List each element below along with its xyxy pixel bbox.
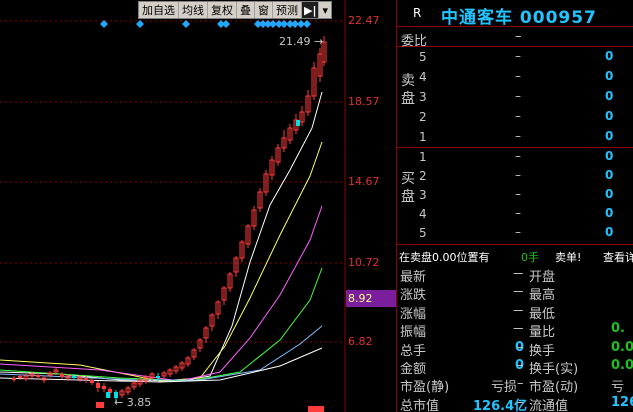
candle-body (156, 376, 160, 378)
stat-label: 涨幅 (400, 306, 427, 322)
buy-book: 买盘 1–0 2–0 3–0 4–0 5–0 (397, 148, 633, 245)
candle-body (60, 374, 64, 377)
event-marker-icon (222, 20, 230, 28)
stat-label: 涨跌 (400, 288, 427, 304)
stat-label: 开盘 (529, 270, 556, 285)
order-notice-sell: 卖单! (555, 251, 582, 264)
jump-end-icon[interactable]: ▶| (302, 2, 320, 18)
stat-label: 最高 (529, 288, 556, 304)
event-marker-icon (303, 20, 311, 28)
candle-body (102, 386, 106, 389)
stat-label: 总手 (400, 343, 427, 359)
stat-value: 0. (611, 321, 625, 337)
candle-body (36, 375, 40, 377)
stat-label: 量比 (529, 325, 556, 341)
price-axis-label: 18.57 (348, 95, 380, 108)
candle-body (12, 378, 16, 380)
view-detail-link[interactable]: 查看详 (603, 249, 633, 265)
stat-sep: – (517, 321, 524, 337)
webi-row: 委比 – (397, 28, 633, 49)
buy-level-row[interactable]: 3–0 (419, 186, 633, 206)
moving-average-line (0, 91, 323, 382)
stat-label: 流通值 (529, 398, 569, 412)
stat-value: 亏 (611, 380, 625, 396)
stat-value: 亏损 (491, 380, 518, 396)
quote-panel: R 中通客车 000957 委比 – 卖盘 5–0 4–0 3–0 2–0 1–… (397, 0, 633, 412)
sell-level-row[interactable]: 1–0 (419, 128, 633, 148)
sell-level-row[interactable]: 4–0 (419, 68, 633, 88)
stat-sep: – (517, 302, 524, 318)
buy-side-label: 买盘 (401, 171, 415, 205)
stat-label: 金额 (400, 362, 427, 377)
high-marker: 21.49 → (279, 35, 324, 48)
price-axis-label: 14.67 (348, 175, 380, 188)
stat-label: 总市值 (400, 398, 440, 412)
stat-sep: – (517, 394, 524, 410)
buy-level-row[interactable]: 1–0 (419, 148, 633, 168)
price-axis-label: 10.72 (348, 256, 380, 269)
webi-value: – (515, 29, 522, 44)
stock-title[interactable]: 中通客车 000957 (441, 3, 597, 28)
forecast-button[interactable]: 预测 (273, 2, 302, 18)
sell-level-row[interactable]: 2–0 (419, 108, 633, 128)
moving-average-line (0, 205, 323, 382)
moving-average-line (0, 267, 323, 382)
add-favorite-button[interactable]: 加自选 (139, 2, 179, 18)
event-marker-icon (136, 20, 144, 28)
chevron-down-icon[interactable]: ▾ (319, 2, 331, 18)
cyan-candle-mark (296, 120, 300, 126)
chart-toolbar: 加自选 均线 复权 叠 窗 预测 ▶| ▾ (138, 1, 333, 19)
order-notice-qty: 0手 (521, 251, 539, 264)
stat-sep: – (517, 266, 524, 281)
sell-side-label: 卖盘 (401, 73, 415, 107)
kline-chart[interactable]: 加自选 均线 复权 叠 窗 预测 ▶| ▾ 22.47 18.57 14.67 … (0, 0, 397, 412)
stat-sep: – (517, 339, 524, 355)
r-mark: R (413, 6, 422, 20)
stat-sep: – (517, 358, 524, 373)
candle-body (18, 376, 22, 378)
overlay-button[interactable]: 叠 (237, 2, 255, 18)
stat-label: 最低 (529, 306, 556, 322)
stat-label: 市盈(静) (400, 380, 450, 396)
moving-average-line (0, 325, 323, 381)
low-marker: ← 3.85 (114, 396, 152, 409)
price-axis-label: 6.82 (348, 335, 373, 348)
low-candle-mark (106, 392, 110, 398)
webi-label: 委比 (401, 34, 428, 49)
candle-body (84, 378, 88, 380)
sell-book: 卖盘 5–0 4–0 3–0 2–0 1–0 (397, 48, 633, 148)
kline-canvas[interactable] (0, 0, 397, 412)
stat-sep: – (517, 376, 524, 392)
moving-average-line (0, 347, 323, 383)
date-marker (96, 402, 104, 408)
stat-value: 126.4 (611, 394, 633, 410)
stat-label: 最新 (400, 270, 427, 285)
candle-body (96, 383, 100, 388)
candle-body (90, 380, 94, 383)
window-button[interactable]: 窗 (255, 2, 273, 18)
buy-level-row[interactable]: 4–0 (419, 205, 633, 225)
current-price-badge: 8.92 (346, 290, 397, 307)
sell-level-row[interactable]: 5–0 (419, 48, 633, 68)
stat-value: 0.0 (611, 339, 633, 355)
order-notice-text: 在卖盘0.00位置有 (399, 251, 490, 264)
stat-label: 振幅 (400, 325, 427, 341)
candle-body (72, 376, 76, 378)
buy-level-row[interactable]: 5–0 (419, 224, 633, 244)
price-axis-label: 22.47 (348, 14, 380, 27)
stat-label: 换手 (529, 343, 556, 359)
stat-label: 换手(实) (529, 362, 579, 377)
moving-average-button[interactable]: 均线 (179, 2, 208, 18)
stat-sep: – (517, 284, 524, 300)
order-notice: 在卖盘0.00位置有 0手 卖单! 查看详 (397, 247, 633, 265)
stat-value: 0.0 (611, 358, 633, 373)
stat-label: 市盈(动) (529, 380, 579, 396)
event-marker-icon (182, 20, 190, 28)
buy-level-row[interactable]: 2–0 (419, 167, 633, 187)
sell-level-row[interactable]: 3–0 (419, 88, 633, 108)
stock-title-bar: R 中通客车 000957 (397, 0, 633, 28)
adjust-price-button[interactable]: 复权 (208, 2, 237, 18)
date-marker (308, 406, 324, 412)
